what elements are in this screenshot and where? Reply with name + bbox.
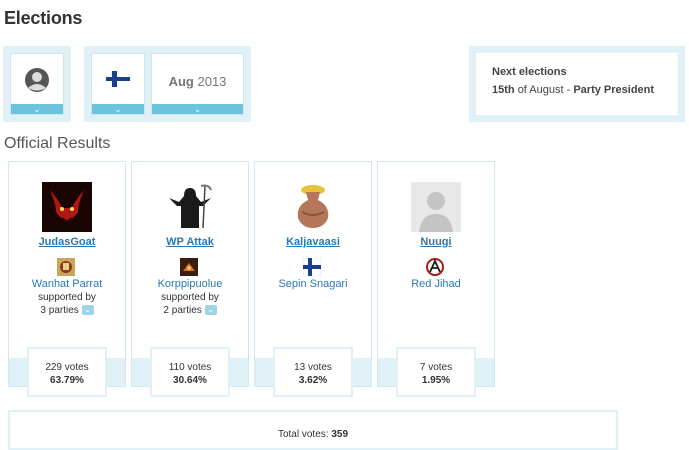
reaper-avatar-icon <box>165 182 215 232</box>
next-elections-detail: 15th of August - Party President <box>492 84 654 96</box>
vote-count: 13 votes <box>294 362 332 373</box>
finland-flag-icon <box>106 71 130 87</box>
candidate-card: Kaljavaasi Sepin Snagari 13 votes 3.62% <box>254 161 372 397</box>
total-votes-panel: Total votes: 359 <box>8 410 618 450</box>
candidate-name-link[interactable]: Kaljavaasi <box>255 236 371 248</box>
candidate-name-link[interactable]: Nuugi <box>378 236 494 248</box>
vase-avatar-icon <box>288 182 338 232</box>
total-votes-value: 359 <box>331 429 349 440</box>
date-filter-dropdown[interactable]: Aug 2013 ⌄ <box>151 53 244 115</box>
next-elections-type: Party President <box>573 84 655 96</box>
chevron-down-icon[interactable]: ⌄ <box>81 305 94 316</box>
party-logo-icon <box>302 257 322 277</box>
next-elections-panel: Next elections 15th of August - Party Pr… <box>469 46 685 122</box>
total-votes-label: Total votes: <box>277 429 329 440</box>
candidate-name-link[interactable]: WP Attak <box>132 236 248 248</box>
vote-result-box: 7 votes 1.95% <box>396 347 476 397</box>
party-name-link[interactable]: Red Jihad <box>378 278 494 290</box>
vote-percent: 1.95% <box>421 375 451 386</box>
chevron-down-icon[interactable]: ⌄ <box>152 104 243 114</box>
date-label: Aug 2013 <box>152 74 243 89</box>
next-elections-of: of August - <box>517 84 571 96</box>
supporting-parties-count: 2 parties <box>163 305 202 316</box>
user-filter-panel: ⌄ <box>3 46 71 122</box>
next-elections-title: Next elections <box>492 66 567 78</box>
candidate-card: Nuugi Red Jihad 7 votes 1.95% <box>377 161 495 397</box>
country-filter-dropdown[interactable]: ⌄ <box>91 53 145 115</box>
user-filter-dropdown[interactable]: ⌄ <box>10 53 64 115</box>
chevron-down-icon[interactable]: ⌄ <box>11 104 63 114</box>
chevron-down-icon[interactable]: ⌄ <box>92 104 144 114</box>
party-logo-icon <box>57 258 75 276</box>
candidate-avatar[interactable] <box>288 182 338 232</box>
vote-percent: 3.62% <box>298 375 328 386</box>
candidate-name-link[interactable]: JudasGoat <box>9 236 125 248</box>
supported-by-label: supported by <box>38 292 96 303</box>
candidate-card: WP Attak Korppipuolue supported by 2 par… <box>131 161 249 397</box>
next-elections-card: Next elections 15th of August - Party Pr… <box>476 53 678 115</box>
vote-count: 229 votes <box>45 362 89 373</box>
official-results-title: Official Results <box>4 135 111 152</box>
party-name-link[interactable]: Wanhat Parrat <box>9 278 125 290</box>
chevron-down-icon[interactable]: ⌄ <box>204 305 217 316</box>
total-votes-text: Total votes: 359 <box>10 429 616 440</box>
vote-result-box: 13 votes 3.62% <box>273 347 353 397</box>
month-label: Aug <box>168 74 194 89</box>
next-elections-day: 15th <box>492 84 515 96</box>
vote-count: 110 votes <box>168 362 212 373</box>
vote-percent: 63.79% <box>50 375 84 386</box>
vote-result-box: 229 votes 63.79% <box>27 347 107 397</box>
vote-percent: 30.64% <box>173 375 207 386</box>
party-name-link[interactable]: Korppipuolue <box>132 278 248 290</box>
supported-by-label: supported by <box>161 292 219 303</box>
vote-result-box: 110 votes 30.64% <box>150 347 230 397</box>
candidate-avatar[interactable] <box>165 182 215 232</box>
candidate-avatar[interactable] <box>411 182 461 232</box>
year-label: 2013 <box>197 74 227 89</box>
vote-count: 7 votes <box>419 362 453 373</box>
supporting-parties-count: 3 parties <box>40 305 79 316</box>
demon-avatar-icon <box>42 182 92 232</box>
page-title: Elections <box>4 8 83 28</box>
candidate-card: JudasGoat Wanhat Parrat supported by 3 p… <box>8 161 126 397</box>
user-avatar-icon <box>25 68 49 92</box>
country-date-filter-panel: ⌄ Aug 2013 ⌄ <box>84 46 251 122</box>
party-name-link[interactable]: Sepin Snagari <box>255 278 371 290</box>
party-logo-icon <box>180 258 198 276</box>
party-logo-icon <box>426 258 444 276</box>
supporting-parties[interactable]: 3 parties ⌄ <box>9 305 125 316</box>
default-avatar-icon <box>411 182 461 232</box>
supporting-parties[interactable]: 2 parties ⌄ <box>132 305 248 316</box>
candidate-avatar[interactable] <box>42 182 92 232</box>
